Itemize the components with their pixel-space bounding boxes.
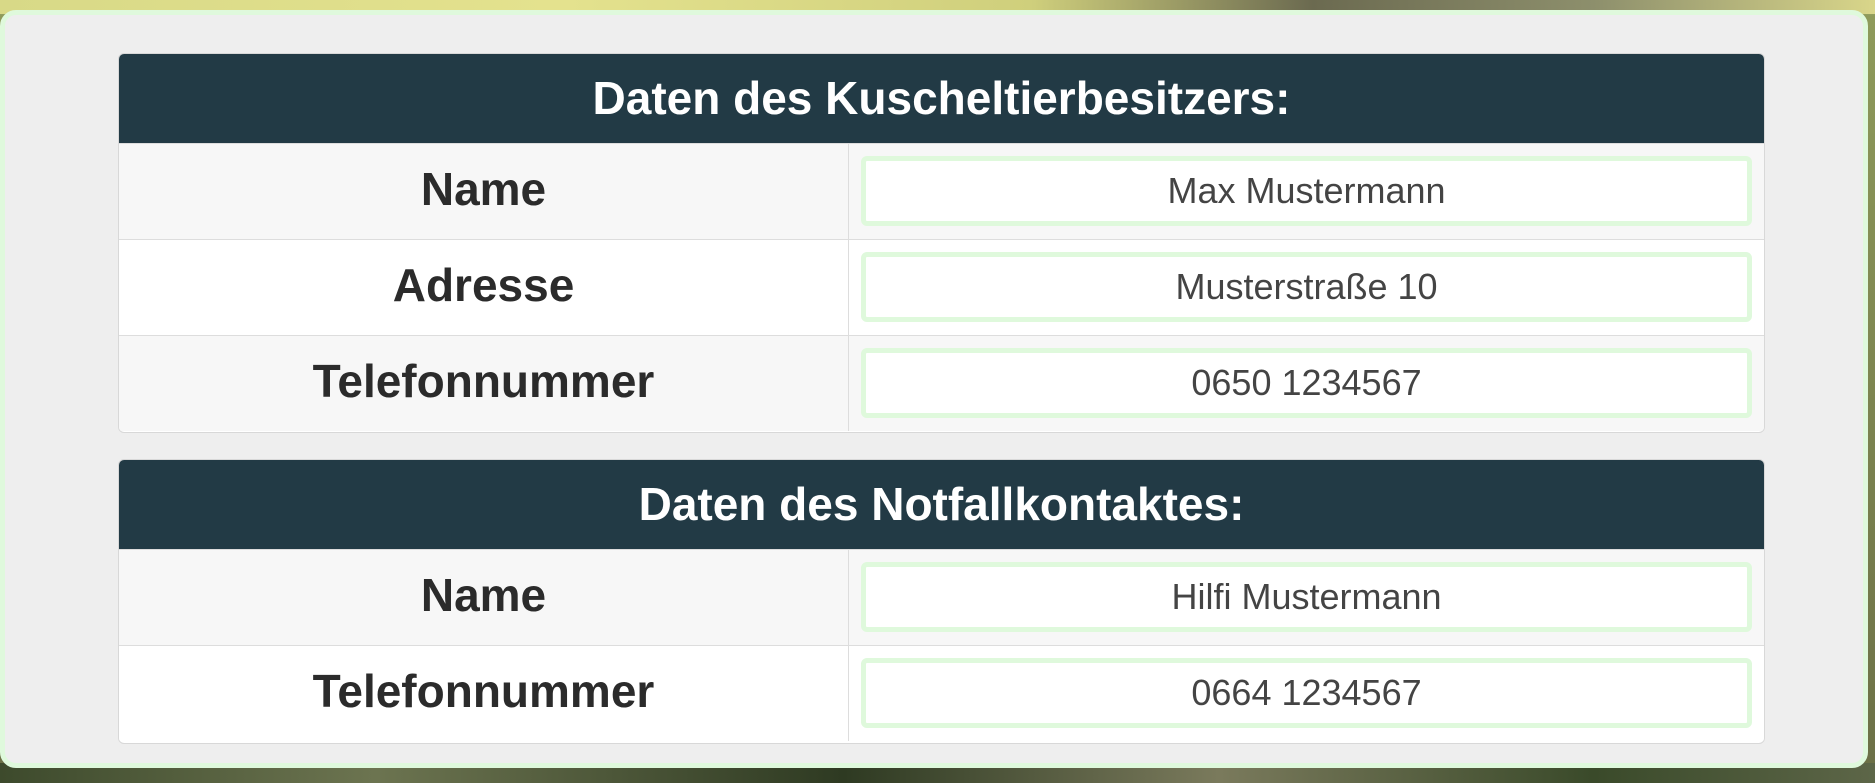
table-row: Name Hilfi Mustermann [119, 549, 1764, 645]
emergency-phone-value: 0664 1234567 [861, 658, 1752, 728]
table-row: Name Max Mustermann [119, 143, 1764, 239]
owner-name-value: Max Mustermann [861, 156, 1752, 226]
emergency-contact-card: Daten des Notfallkontaktes: Name Hilfi M… [118, 459, 1765, 744]
emergency-name-label: Name [119, 550, 849, 645]
owner-card: Daten des Kuscheltierbesitzers: Name Max… [118, 53, 1765, 433]
owner-card-title: Daten des Kuscheltierbesitzers: [119, 54, 1764, 143]
owner-name-label: Name [119, 144, 849, 239]
emergency-card-title: Daten des Notfallkontaktes: [119, 460, 1764, 549]
emergency-name-value: Hilfi Mustermann [861, 562, 1752, 632]
emergency-phone-label: Telefonnummer [119, 646, 849, 741]
owner-phone-value: 0650 1234567 [861, 348, 1752, 418]
table-row: Telefonnummer 0664 1234567 [119, 645, 1764, 741]
owner-address-label: Adresse [119, 240, 849, 335]
owner-address-value: Musterstraße 10 [861, 252, 1752, 322]
table-row: Adresse Musterstraße 10 [119, 239, 1764, 335]
owner-phone-label: Telefonnummer [119, 336, 849, 431]
info-panel: Daten des Kuscheltierbesitzers: Name Max… [0, 10, 1868, 768]
table-row: Telefonnummer 0650 1234567 [119, 335, 1764, 431]
